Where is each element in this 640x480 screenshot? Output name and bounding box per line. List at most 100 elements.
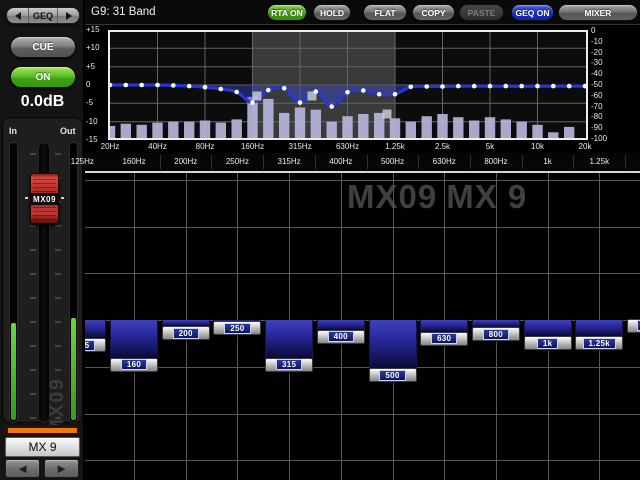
band-fader-handle-800[interactable]: 800 [472,327,520,341]
freq-tick-label: 40Hz [140,142,176,151]
band-fader-handle-200[interactable]: 200 [162,326,210,340]
fader-tick [30,273,36,275]
watermark-name: MX 9 [446,178,527,215]
band-fader-handle-500[interactable]: 500 [369,368,417,382]
eq-scale-label: 0 [86,80,106,90]
fader-tick [30,225,36,227]
channel-color-strip [4,425,81,435]
band-fader-handle-250[interactable]: 250 [213,321,261,335]
rta-scale-label: -40 [591,69,617,79]
rta-scale-label: -10 [591,37,617,47]
fader-tick [55,249,61,251]
eq-curve-plot[interactable] [108,30,588,140]
band-fader-handle-630[interactable]: 630 [420,332,468,346]
band-fader-fill-400 [317,320,365,330]
freq-tick-label: 1.25k [377,142,413,151]
prev-channel-button[interactable]: ◄ [5,459,40,478]
freq-tick-label: 5k [472,142,508,151]
band-fader-value-1.25k: 1.25k [583,338,617,349]
meter-out-label: Out [60,126,76,136]
fader-tick [55,225,61,227]
main-area: G9: 31 Band RTA ON HOLD FLAT COPYPASTE GEQ O… [85,0,640,480]
band-label-separator [573,155,574,169]
band-fader-handle-125[interactable]: 125 [85,338,106,352]
gain-readout: 0.0dB [0,93,85,111]
on-button[interactable]: ON [10,66,76,88]
next-channel-button[interactable]: ► [44,459,79,478]
band-label-separator [522,155,523,169]
fader-tick [55,297,61,299]
band-label-separator [625,155,626,169]
geq-selector-label: GEQ [28,8,58,23]
band-fader-value-125: 125 [85,340,95,351]
fader-cap[interactable]: MX09 [30,173,59,224]
band-fader-value-315: 315 [276,359,302,370]
fader-zero-mark-left [25,197,28,199]
channel-strip: GEQ CUE ON 0.0dB In Out MX09 MX09 MX 9 ◄… [0,0,85,480]
freq-tick-label: 2.5k [425,142,461,151]
freq-tick-label: 20k [567,142,603,151]
band-label-separator [470,155,471,169]
output-meter [69,142,78,423]
paste-button: PASTE [459,4,504,21]
band-fader-handle-315[interactable]: 315 [265,358,313,372]
geq-on-button[interactable]: GEQ ON [511,4,554,21]
rta-scale-label: -80 [591,112,617,122]
band-fader-handle-1.6k[interactable]: 1.6k [627,319,640,333]
rta-scale-label: -70 [591,102,617,112]
band-freq-label: 250Hz [217,157,257,166]
band-fader-fill-1k [524,320,572,336]
freq-tick-label: 630Hz [330,142,366,151]
fader-zero-mark-right [61,197,64,199]
page-title: G9: 31 Band [91,6,156,18]
band-fader-handle-1k[interactable]: 1k [524,336,572,350]
rta-on-button[interactable]: RTA ON [267,4,307,21]
mixer-button[interactable]: MIXER [558,4,638,21]
band-freq-label: 1.25k [579,157,619,166]
band-fader-value-630: 630 [431,333,457,344]
band-freq-label: 1k [528,157,568,166]
rta-scale-label: -90 [591,123,617,133]
band-fader-value-500: 500 [379,370,405,381]
top-toolbar: G9: 31 Band RTA ON HOLD FLAT COPYPASTE GEQ O… [85,0,640,25]
band-freq-label: 315Hz [269,157,309,166]
band-fader-handle-1.25k[interactable]: 1.25k [575,336,623,350]
rta-scale-label: -60 [591,91,617,101]
band-freq-label: 630Hz [424,157,464,166]
band-fader-area[interactable]: MX09MX 9 1251602002503154005006308001k1.… [85,173,640,480]
hold-button[interactable]: HOLD [313,4,351,21]
fader-tick [30,345,36,347]
band-fader-handle-160[interactable]: 160 [110,358,158,372]
prev-geq-button[interactable] [7,8,28,23]
strip-watermark: MX09 [47,351,69,435]
copy-button[interactable]: COPY [412,4,455,21]
band-freq-label: 400Hz [321,157,361,166]
band-fader-value-1k: 1k [537,338,559,349]
geq-selector: GEQ [6,7,80,24]
fader-tick [55,273,61,275]
band-label-separator [160,155,161,169]
band-fader-value-200: 200 [173,328,199,339]
flat-button[interactable]: FLAT [363,4,407,21]
channel-color-bar [8,428,77,433]
rta-scale-label: -30 [591,58,617,68]
band-label-separator [211,155,212,169]
band-fader-handle-400[interactable]: 400 [317,330,365,344]
freq-tick-label: 160Hz [235,142,271,151]
band-fader-fill-500 [369,320,417,368]
band-freq-label: 160Hz [114,157,154,166]
cue-button[interactable]: CUE [10,36,76,58]
input-meter-fill [11,323,16,420]
band-label-row: 125Hz160Hz200Hz250Hz315Hz400Hz500Hz630Hz… [85,153,640,171]
left-arrow-icon [15,12,21,20]
band-freq-label: 200Hz [166,157,206,166]
eq-scale-label: +15 [86,25,106,35]
eq-scale-label: +5 [86,62,106,72]
fader-tick [55,321,61,323]
next-geq-button[interactable] [58,8,79,23]
band-label-separator [315,155,316,169]
input-meter [9,142,18,423]
grid-line-h [85,227,640,228]
band-fader-fill-630 [420,320,468,332]
meter-in-label: In [9,126,17,136]
